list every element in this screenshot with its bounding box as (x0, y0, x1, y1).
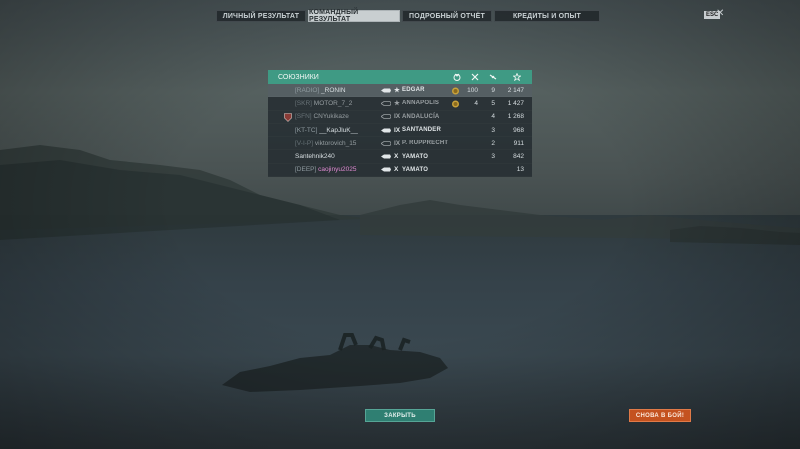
ship-tier: ★ (394, 100, 400, 108)
close-icon[interactable]: ✕ (716, 8, 724, 19)
ship-name: YAMATO (402, 153, 429, 160)
player-nick: _RONIN (321, 86, 346, 94)
stat-b: 3 (491, 153, 495, 161)
tab-detailed-report[interactable]: ПОДРОБНЫЙ ОТЧЁТ (402, 10, 492, 22)
tab-personal-result[interactable]: ЛИЧНЫЙ РЕЗУЛЬТАТ (216, 10, 306, 22)
cruiser-icon (381, 88, 391, 93)
close-button[interactable]: ЗАКРЫТЬ (365, 409, 435, 422)
player-row[interactable]: [SFN] CNYukikaze IX ANDALUCÍA 4 1 268 (268, 111, 532, 124)
player-name: [KT-TC] __KapJluK__ (295, 127, 358, 134)
clan-tag: [SFN] (295, 113, 312, 121)
player-name: [SKR] MOTOR_7_2 (295, 100, 352, 107)
ship-tier: X (394, 153, 399, 161)
clan-tag: [KT-TC] (295, 126, 318, 134)
stat-a: 100 (467, 86, 478, 94)
player-name: Santehnik240 (295, 153, 335, 160)
stat-score: 2 147 (507, 86, 524, 94)
medal-icon (452, 87, 459, 95)
player-row[interactable]: [V-I-P] viktorovich_15 IX P. RUPPRECHT 2… (268, 137, 532, 150)
battle-background (0, 0, 800, 449)
stat-b: 9 (491, 86, 495, 94)
ship-name: ANNAPOLIS (402, 100, 440, 107)
player-nick: caojinyu2025 (318, 166, 357, 174)
player-name: [RADIO] _RONIN (295, 87, 346, 94)
player-nick: CNYukikaze (313, 113, 349, 121)
clan-tag: [V-I-P] (295, 139, 314, 147)
cruiser-icon (381, 114, 391, 120)
ship-name: ANDALUCÍA (402, 113, 440, 120)
medal-icon (452, 100, 459, 108)
planes-column-icon (488, 72, 498, 82)
player-nick: __KapJluK__ (319, 126, 358, 134)
battleship-icon (381, 128, 391, 133)
player-nick: MOTOR_7_2 (313, 99, 353, 107)
player-name: [SFN] CNYukikaze (295, 113, 349, 120)
battleship-icon (381, 140, 391, 146)
stat-score: 1 427 (507, 99, 524, 107)
stat-score: 1 268 (507, 113, 524, 121)
allies-header: СОЮЗНИКИ (268, 70, 532, 84)
stat-b: 2 (491, 139, 495, 147)
player-row[interactable]: [SKR] MOTOR_7_2 ★ ANNAPOLIS 4 5 1 427 (268, 97, 532, 110)
battleship-icon (381, 154, 391, 159)
stat-score: 911 (513, 139, 524, 147)
player-row[interactable]: [DEEP] caojinyu2025 X YAMATO 13 (268, 164, 532, 177)
ship-tier: ★ (394, 87, 400, 95)
ship-name: YAMATO (402, 166, 429, 173)
clan-tag: [DEEP] (295, 166, 317, 174)
stat-b: 5 (491, 99, 495, 107)
player-nick: viktorovich_15 (314, 139, 357, 147)
ship-name: SANTANDER (402, 127, 442, 134)
player-nick: Santehnik240 (295, 153, 335, 161)
kills-column-icon (470, 72, 480, 82)
stat-b: 3 (491, 126, 495, 134)
tab-credits-and-xp[interactable]: КРЕДИТЫ И ОПЫТ (494, 10, 600, 22)
battle-again-button[interactable]: СНОВА В БОЙ! (629, 409, 691, 422)
stat-a: 4 (474, 99, 478, 107)
clan-tag: [SKR] (295, 99, 312, 107)
player-row[interactable]: [RADIO] _RONIN ★ EDGAR 100 9 2 147 (268, 84, 532, 98)
allies-panel: СОЮЗНИКИ [RADIO] _RONIN ★ EDGAR 100 9 2 … (268, 70, 532, 177)
ship-tier: IX (394, 126, 401, 134)
medal-column-icon (452, 72, 462, 82)
ship-tier: IX (394, 113, 401, 121)
stat-b: 4 (491, 113, 495, 121)
ship-name: P. RUPPRECHT (402, 140, 449, 147)
ship-tier: IX (394, 139, 401, 147)
score-column-icon (512, 72, 522, 82)
stat-score: 13 (516, 166, 524, 174)
vignette (0, 0, 800, 449)
player-name: [V-I-P] viktorovich_15 (295, 140, 356, 147)
battleship-icon (381, 167, 391, 172)
result-tabs: ЛИЧНЫЙ РЕЗУЛЬТАТ КОМАНДНЫЙ РЕЗУЛЬТАТ ПОД… (216, 9, 602, 23)
allies-list: [RADIO] _RONIN ★ EDGAR 100 9 2 147 [SKR]… (268, 84, 532, 177)
stat-score: 968 (513, 126, 524, 134)
player-name: [DEEP] caojinyu2025 (295, 166, 356, 173)
stat-score: 842 (513, 153, 524, 161)
allies-title: СОЮЗНИКИ (278, 73, 319, 81)
ship-tier: X (394, 166, 399, 174)
player-row[interactable]: Santehnik240 X YAMATO 3 842 (268, 150, 532, 163)
tab-team-result[interactable]: КОМАНДНЫЙ РЕЗУЛЬТАТ (308, 9, 400, 23)
ship-name: EDGAR (402, 87, 425, 94)
cruiser-icon (381, 101, 391, 106)
player-row[interactable]: [KT-TC] __KapJluK__ IX SANTANDER 3 968 (268, 124, 532, 137)
clan-tag: [RADIO] (295, 86, 320, 94)
clan-shield-icon (284, 112, 292, 122)
